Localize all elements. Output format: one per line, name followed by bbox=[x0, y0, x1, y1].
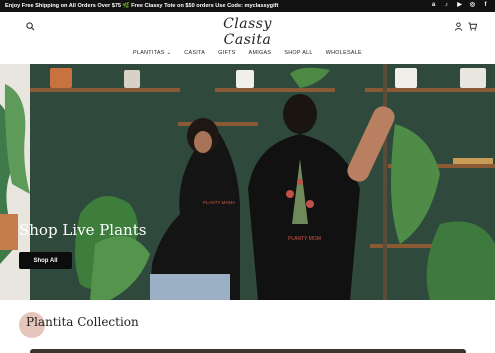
nav-item-shop-all[interactable]: SHOP ALL bbox=[284, 50, 312, 56]
collection-title: Plantita Collection bbox=[26, 315, 139, 329]
tiktok-icon[interactable]: ♪ bbox=[443, 2, 450, 9]
shop-all-button[interactable]: Shop All bbox=[19, 252, 72, 269]
announcement-text: Enjoy Free Shipping on All Orders Over $… bbox=[5, 3, 279, 9]
amazon-icon[interactable]: a bbox=[430, 2, 437, 9]
hero-banner: PLANTY MOM PLANTY MAMA Shop Live Plants … bbox=[0, 64, 495, 300]
shirt-print-left: PLANTY MAMA bbox=[203, 200, 235, 205]
hero-title: Shop Live Plants bbox=[19, 221, 147, 239]
facebook-icon[interactable]: f bbox=[482, 2, 489, 9]
collection-section: Plantita Collection bbox=[0, 300, 495, 353]
collection-image-preview bbox=[30, 349, 466, 353]
nav-item-amigas[interactable]: AMIGAS bbox=[249, 50, 272, 56]
search-icon[interactable] bbox=[26, 22, 35, 31]
nav-item-plantitas[interactable]: PLANTITAS ⌄ bbox=[133, 50, 171, 56]
main-nav: PLANTITAS ⌄ CASITA GIFTS AMIGAS SHOP ALL… bbox=[0, 44, 495, 62]
announcement-bar: Enjoy Free Shipping on All Orders Over $… bbox=[0, 0, 495, 12]
hero-image: PLANTY MOM PLANTY MAMA bbox=[0, 64, 495, 300]
instagram-icon[interactable]: ◎ bbox=[469, 2, 476, 9]
nav-item-gifts[interactable]: GIFTS bbox=[218, 50, 235, 56]
social-links: a ♪ ▶ ◎ f bbox=[430, 2, 489, 9]
cart-icon[interactable] bbox=[468, 22, 477, 31]
site-header: Classy Casita bbox=[0, 12, 495, 48]
shirt-print-right: PLANTY MOM bbox=[288, 236, 321, 242]
account-icon[interactable] bbox=[454, 22, 463, 31]
nav-item-casita[interactable]: CASITA bbox=[184, 50, 205, 56]
nav-item-wholesale[interactable]: WHOLESALE bbox=[326, 50, 362, 56]
youtube-icon[interactable]: ▶ bbox=[456, 2, 463, 9]
